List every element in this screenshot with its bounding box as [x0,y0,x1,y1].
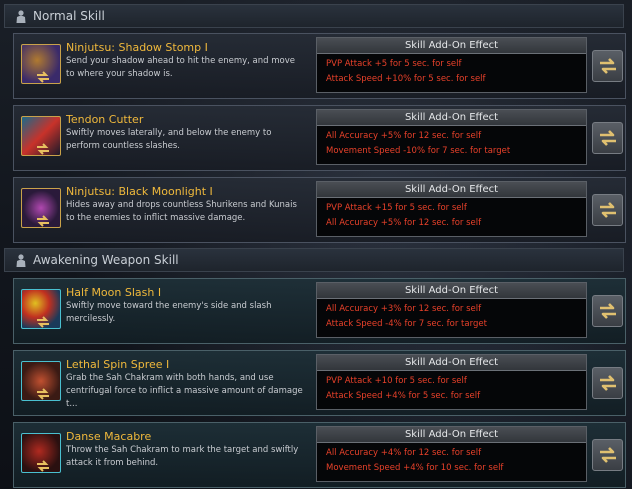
addon-effect-title: Skill Add-On Effect [317,182,586,198]
addon-effect-line: All Accuracy +3% for 12 sec. for self [326,304,482,314]
addon-effect-box: Skill Add-On Effect PVP Attack +10 for 5… [316,354,587,410]
section-title: Normal Skill [33,9,105,23]
addon-effect-line: PVP Attack +10 for 5 sec. for self [326,376,467,386]
person-icon [15,253,27,267]
addon-effect-line: PVP Attack +15 for 5 sec. for self [326,203,467,213]
addon-effect-box: Skill Add-On Effect PVP Attack +5 for 5 … [316,37,587,93]
swap-badge-icon [35,142,51,156]
addon-effect-line: All Accuracy +5% for 12 sec. for self [326,131,482,141]
addon-effect-line: PVP Attack +5 for 5 sec. for self [326,59,462,69]
addon-effect-line: All Accuracy +4% for 12 sec. for self [326,448,482,458]
addon-effect-box: Skill Add-On Effect All Accuracy +5% for… [316,109,587,165]
addon-effect-title: Skill Add-On Effect [317,283,586,299]
addon-effect-line: Attack Speed -4% for 7 sec. for target [326,319,487,329]
skill-row: Ninjutsu: Shadow Stomp I Send your shado… [13,33,626,99]
skill-name: Tendon Cutter [66,113,144,126]
addon-effect-title: Skill Add-On Effect [317,38,586,54]
swap-arrows-icon [599,375,616,391]
swap-effect-button[interactable] [592,295,623,327]
skill-row: Ninjutsu: Black Moonlight I Hides away a… [13,177,626,243]
skill-description: Throw the Sah Chakram to mark the target… [66,445,299,468]
skill-row: Danse Macabre Throw the Sah Chakram to m… [13,422,626,488]
addon-effect-box: Skill Add-On Effect All Accuracy +3% for… [316,282,587,338]
section-header-awakening: Awakening Weapon Skill [4,248,624,272]
swap-arrows-icon [599,303,616,319]
swap-effect-button[interactable] [592,439,623,471]
swap-arrows-icon [599,58,616,74]
skill-description: Send your shadow ahead to hit the enemy,… [66,56,295,79]
swap-badge-icon [35,459,51,473]
addon-effect-box: Skill Add-On Effect PVP Attack +15 for 5… [316,181,587,237]
skill-description: Swiftly move toward the enemy's side and… [66,301,272,324]
skill-row: Tendon Cutter Swiftly moves laterally, a… [13,105,626,171]
skill-name: Danse Macabre [66,430,152,443]
swap-badge-icon [35,70,51,84]
swap-arrows-icon [599,130,616,146]
swap-badge-icon [35,387,51,401]
addon-effect-title: Skill Add-On Effect [317,427,586,443]
skill-name: Ninjutsu: Black Moonlight I [66,185,213,198]
addon-effect-title: Skill Add-On Effect [317,110,586,126]
skill-name: Lethal Spin Spree I [66,358,170,371]
addon-effect-line: Attack Speed +10% for 5 sec. for self [326,74,486,84]
addon-effect-line: Movement Speed -10% for 7 sec. for targe… [326,146,511,156]
skill-description: Swiftly moves laterally, and below the e… [66,128,272,151]
addon-effect-line: Movement Speed +4% for 10 sec. for self [326,463,504,473]
section-header-normal: Normal Skill [4,4,624,28]
swap-effect-button[interactable] [592,122,623,154]
swap-badge-icon [35,315,51,329]
section-title: Awakening Weapon Skill [33,253,179,267]
skill-description: Grab the Sah Chakram with both hands, an… [66,373,303,409]
skill-description: Hides away and drops countless Shurikens… [66,200,297,223]
swap-badge-icon [35,214,51,228]
swap-arrows-icon [599,447,616,463]
skill-row: Half Moon Slash I Swiftly move toward th… [13,278,626,344]
swap-arrows-icon [599,202,616,218]
addon-effect-title: Skill Add-On Effect [317,355,586,371]
addon-effect-box: Skill Add-On Effect All Accuracy +4% for… [316,426,587,482]
skill-name: Ninjutsu: Shadow Stomp I [66,41,208,54]
person-icon [15,9,27,23]
addon-effect-line: Attack Speed +4% for 5 sec. for self [326,391,481,401]
skill-name: Half Moon Slash I [66,286,162,299]
swap-effect-button[interactable] [592,50,623,82]
addon-effect-line: All Accuracy +5% for 12 sec. for self [326,218,482,228]
swap-effect-button[interactable] [592,367,623,399]
swap-effect-button[interactable] [592,194,623,226]
skill-row: Lethal Spin Spree I Grab the Sah Chakram… [13,350,626,416]
